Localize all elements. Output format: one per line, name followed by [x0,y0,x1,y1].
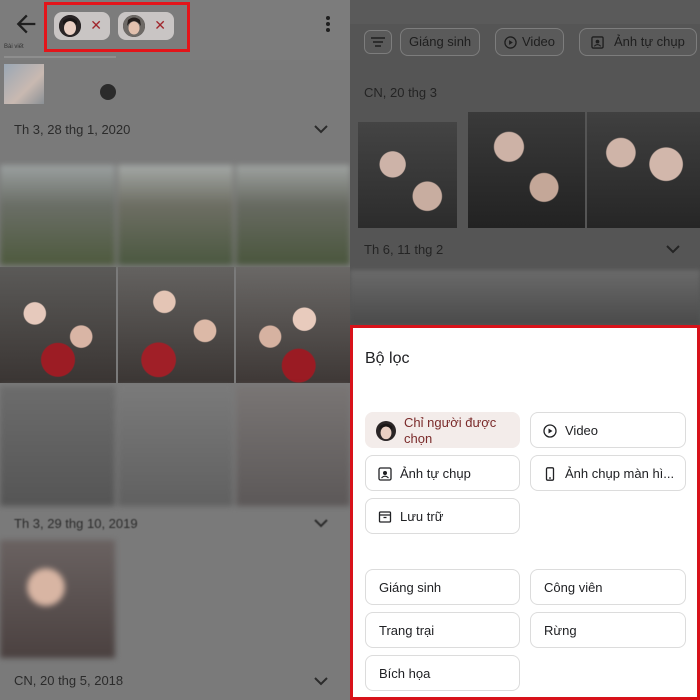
photo-grid-row [0,165,350,265]
top-app-bar: ✕ ✕ [0,0,350,60]
option-archive[interactable]: Lưu trữ [365,498,520,534]
option-label: Chỉ người được [404,415,497,430]
chevron-down-icon[interactable] [314,518,328,528]
option-label: Giáng sinh [379,580,442,595]
option-mural[interactable]: Bích họa [365,655,520,691]
photo-thumbnail[interactable] [236,267,350,383]
option-selected-people-only[interactable]: Chỉ người được chọn [365,412,520,448]
person-chip-1[interactable]: ✕ [54,12,110,40]
sheet-title: Bộ lọc [365,350,410,367]
remove-person-icon[interactable]: ✕ [90,16,102,34]
play-circle-icon [543,424,557,438]
chevron-down-icon[interactable] [314,676,328,686]
person-chip-2[interactable]: ✕ [118,12,174,40]
option-label: Trang trại [379,623,435,638]
option-video[interactable]: Video [530,412,686,448]
option-label: Bích họa [379,666,431,681]
option-label: Lưu trữ [400,509,444,524]
photo-thumbnail[interactable] [236,165,350,265]
section-label: Bài viết [4,44,24,50]
chip-christmas[interactable]: Giáng sinh [400,28,481,56]
archive-icon [378,511,392,523]
filter-sheet-highlight: Bộ lọc Chỉ người được chọn Video Ảnh tự … [350,325,700,700]
photo-thumbnail[interactable] [0,386,115,506]
photo-grid-row [0,386,350,506]
option-label: Ảnh chụp màn hì... [565,466,675,481]
photo-thumbnail[interactable] [358,122,457,228]
option-label: Rừng [544,623,577,638]
filter-bottom-sheet: Bộ lọc Chỉ người được chọn Video Ảnh tự … [353,328,697,697]
photo-thumbnail[interactable] [0,540,115,658]
photo-thumbnail[interactable] [468,112,585,228]
right-panel: Giáng sinh Video Ảnh tự chụp CN, 20 thg … [350,0,700,700]
option-farm[interactable]: Trang trại [365,612,520,648]
photo-thumbnail[interactable] [118,165,233,265]
back-arrow-icon[interactable] [12,10,40,38]
option-label: Video [565,423,599,438]
chevron-down-icon[interactable] [666,244,680,254]
photo-thumbnail[interactable] [118,386,233,506]
selected-people-highlight: ✕ ✕ [44,2,190,52]
photo-grid-row [350,270,700,325]
photo-thumbnail[interactable] [0,267,116,383]
chip-label: Video [522,34,556,49]
avatar [59,15,81,37]
avatar [123,15,145,37]
top-app-bar [350,0,700,24]
filter-list-icon[interactable] [364,30,392,54]
photo-thumbnail[interactable] [236,386,350,506]
left-panel: ✕ ✕ Bài viết Th 3, 28 thg 1, 2020 Th 3, … [0,0,350,700]
date-header: CN, 20 thg 3 [364,85,437,100]
option-christmas[interactable]: Giáng sinh [365,569,520,605]
photo-thumbnail[interactable] [100,84,116,100]
chip-label: Ảnh tự chụp [614,34,685,49]
photo-grid-row [0,267,350,383]
photo-thumbnail[interactable] [587,112,700,228]
date-header: CN, 20 thg 5, 2018 [14,673,124,688]
option-label-line2: chọn [404,431,433,446]
photo-thumbnail[interactable] [118,267,234,383]
phone-icon [545,467,555,481]
date-header: Th 6, 11 thg 2 [364,242,444,257]
option-forest[interactable]: Rừng [530,612,686,648]
option-selfie[interactable]: Ảnh tự chụp [365,455,520,491]
chip-selfie[interactable]: Ảnh tự chụp [579,28,697,56]
option-park[interactable]: Công viên [530,569,686,605]
portrait-icon [378,467,392,481]
avatar [376,421,396,441]
portrait-icon [591,36,604,49]
option-label: Công viên [544,580,603,595]
photo-grid-row [0,540,350,658]
play-circle-icon [504,36,517,49]
option-screenshot[interactable]: Ảnh chụp màn hì... [530,455,686,491]
photo-thumbnail[interactable] [4,64,44,104]
remove-person-icon[interactable]: ✕ [154,16,166,34]
more-vert-icon[interactable] [318,10,338,38]
option-label: Ảnh tự chụp [400,466,471,481]
chevron-down-icon[interactable] [314,124,328,134]
date-header: Th 3, 29 thg 10, 2019 [14,516,138,531]
date-header: Th 3, 28 thg 1, 2020 [14,122,131,137]
photo-thumbnail[interactable] [0,165,115,265]
divider [4,56,116,58]
chip-video[interactable]: Video [495,28,565,56]
